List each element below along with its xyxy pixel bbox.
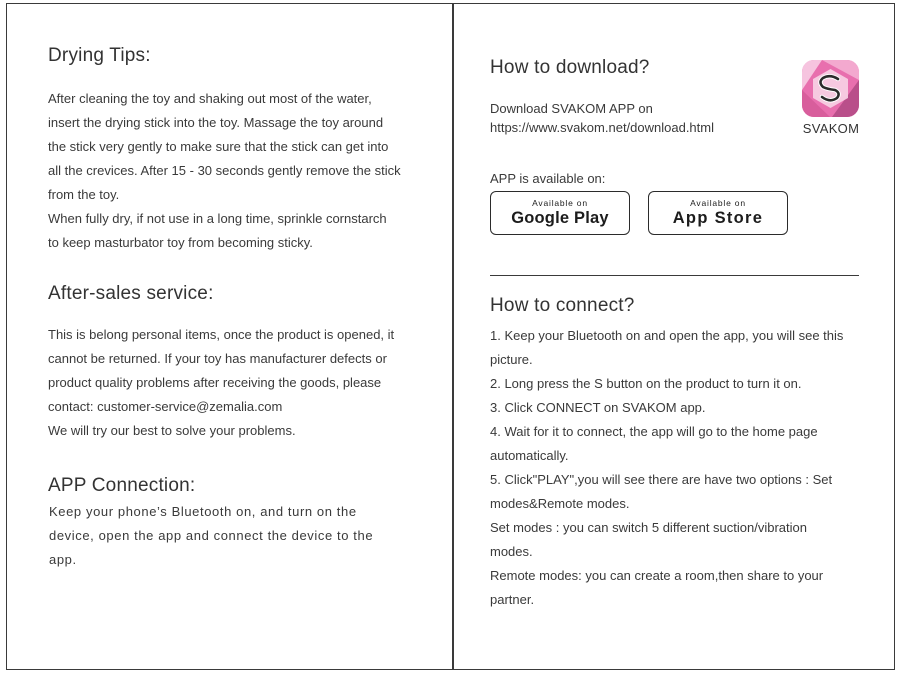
text-line: 2. Long press the S button on the produc…: [490, 376, 802, 391]
how-to-download-title: How to download?: [490, 57, 650, 78]
text-line: Keep your phone’s Bluetooth on, and turn…: [49, 504, 357, 519]
google-play-button[interactable]: Available on Google Play: [490, 191, 630, 235]
svakom-logo-icon: [802, 60, 859, 117]
text-line: Set modes : you can switch 5 different s…: [490, 520, 807, 535]
download-url[interactable]: https://www.svakom.net/download.html: [490, 118, 790, 137]
text-line: contact: customer-service@zemalia.com: [48, 399, 283, 414]
text-line: 3. Click CONNECT on SVAKOM app.: [490, 400, 706, 415]
text-line: cannot be returned. If your toy has manu…: [48, 351, 387, 366]
text-line: modes&Remote modes.: [490, 496, 630, 511]
text-line: 1. Keep your Bluetooth on and open the a…: [490, 328, 844, 343]
svakom-brand-label: SVAKOM: [802, 121, 860, 136]
text-line: the stick very gently to make sure that …: [48, 139, 389, 154]
text-line: We will try our best to solve your probl…: [48, 423, 296, 438]
after-sales-text: This is belong personal items, once the …: [48, 323, 410, 443]
column-divider: [452, 3, 454, 670]
download-text: Download SVAKOM APP on https://www.svako…: [490, 99, 790, 137]
app-store-button[interactable]: Available on App Store: [648, 191, 788, 235]
text-line: Remote modes: you can create a room,then…: [490, 568, 824, 583]
text-line: automatically.: [490, 448, 569, 463]
text-line: all the crevices. After 15 - 30 seconds …: [48, 163, 401, 178]
text-line: Download SVAKOM APP on: [490, 101, 653, 116]
text-line: modes.: [490, 544, 533, 559]
text-line: from the toy.: [48, 187, 120, 202]
app-connection-title: APP Connection:: [48, 475, 196, 496]
app-connection-text: Keep your phone’s Bluetooth on, and turn…: [49, 500, 399, 572]
text-line: This is belong personal items, once the …: [48, 327, 395, 342]
how-to-connect-title: How to connect?: [490, 295, 635, 316]
text-line: partner.: [490, 592, 535, 607]
text-line: 4. Wait for it to connect, the app will …: [490, 424, 818, 439]
text-line: to keep masturbator toy from becoming st…: [48, 235, 313, 250]
text-line: When fully dry, if not use in a long tim…: [48, 211, 387, 226]
after-sales-title: After-sales service:: [48, 283, 214, 304]
text-line: device, open the app and connect the dev…: [49, 528, 374, 543]
app-store-small-label: Available on: [690, 198, 746, 208]
connect-steps: 1. Keep your Bluetooth on and open the a…: [490, 324, 859, 612]
text-line: 5. Click"PLAY",you will see there are ha…: [490, 472, 833, 487]
text-line: picture.: [490, 352, 533, 367]
section-divider: [490, 275, 859, 276]
google-play-small-label: Available on: [532, 198, 588, 208]
available-label: APP is available on:: [490, 171, 606, 186]
text-line: app.: [49, 552, 77, 567]
app-store-label: App Store: [672, 209, 764, 227]
text-line: After cleaning the toy and shaking out m…: [48, 91, 372, 106]
drying-tips-title: Drying Tips:: [48, 45, 151, 66]
text-line: product quality problems after receiving…: [48, 375, 382, 390]
google-play-label: Google Play: [511, 209, 609, 227]
text-line: insert the drying stick into the toy. Ma…: [48, 115, 384, 130]
drying-tips-text: After cleaning the toy and shaking out m…: [48, 87, 410, 255]
